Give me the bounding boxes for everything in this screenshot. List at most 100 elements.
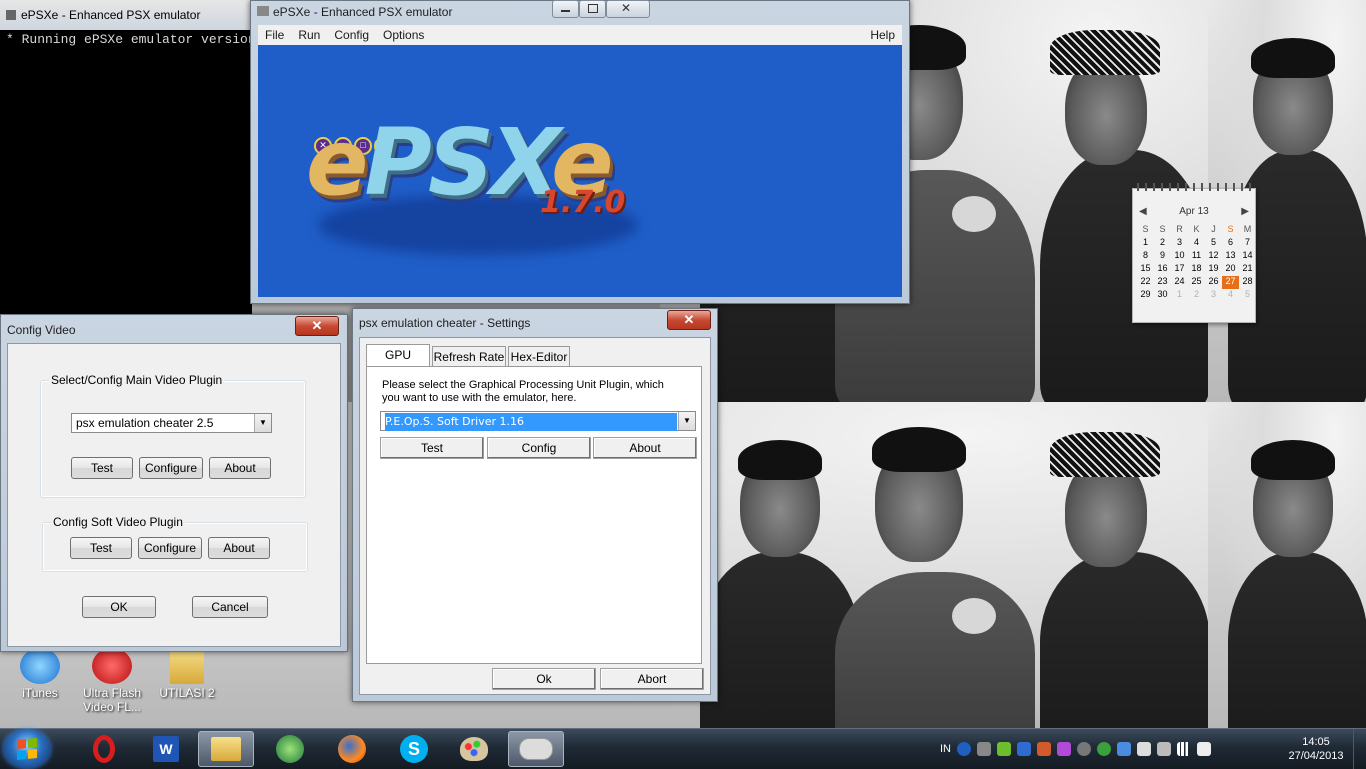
tab-refresh-rate[interactable]: Refresh Rate xyxy=(432,346,506,366)
signal-icon[interactable] xyxy=(1177,742,1191,756)
maximize-button[interactable] xyxy=(579,0,606,18)
calendar-day[interactable]: 24 xyxy=(1171,276,1188,289)
calendar-day[interactable]: 15 xyxy=(1137,263,1154,276)
taskbar-clock[interactable]: 14:05 27/04/2013 xyxy=(1280,735,1352,763)
calendar-day[interactable]: 3 xyxy=(1205,289,1222,302)
calendar-day[interactable]: 9 xyxy=(1154,250,1171,263)
language-indicator[interactable]: IN xyxy=(940,743,951,755)
calendar-day[interactable]: 30 xyxy=(1154,289,1171,302)
calendar-day[interactable]: 11 xyxy=(1188,250,1205,263)
calendar-day[interactable]: 1 xyxy=(1171,289,1188,302)
config-video-ok-button[interactable]: OK xyxy=(82,596,156,618)
calendar-day[interactable]: 17 xyxy=(1171,263,1188,276)
cheater-close-button[interactable]: ✕ xyxy=(667,310,711,330)
itunes-icon xyxy=(20,648,60,684)
calendar-day[interactable]: 13 xyxy=(1222,250,1239,263)
show-desktop-button[interactable] xyxy=(1353,729,1366,769)
soft-test-button[interactable]: Test xyxy=(70,537,132,559)
gpu-test-button[interactable]: Test xyxy=(380,437,484,459)
tab-gpu-plugin[interactable]: GPU Plugin xyxy=(366,344,430,382)
gpu-about-button[interactable]: About xyxy=(593,437,697,459)
calendar-day[interactable]: 20 xyxy=(1222,263,1239,276)
calendar-day[interactable]: 1 xyxy=(1137,237,1154,250)
taskbar-paint[interactable] xyxy=(446,731,502,767)
menu-options[interactable]: Options xyxy=(376,28,431,42)
config-video-close-button[interactable]: ✕ xyxy=(295,316,339,336)
main-about-button[interactable]: About xyxy=(209,457,271,479)
calendar-day[interactable]: 5 xyxy=(1205,237,1222,250)
calendar-day[interactable]: 4 xyxy=(1222,289,1239,302)
calendar-day[interactable]: 18 xyxy=(1188,263,1205,276)
console-title-bar[interactable]: ePSXe - Enhanced PSX emulator xyxy=(0,0,252,30)
security-icon[interactable] xyxy=(997,742,1011,756)
taskbar-epsxe[interactable] xyxy=(508,731,564,767)
calendar-day[interactable]: 16 xyxy=(1154,263,1171,276)
calendar-day[interactable]: 7 xyxy=(1239,237,1256,250)
calendar-day[interactable]: 25 xyxy=(1188,276,1205,289)
chevron-down-icon: ▼ xyxy=(254,414,271,432)
maximize-icon xyxy=(588,4,598,13)
calendar-day[interactable]: 21 xyxy=(1239,263,1256,276)
gpu-plugin-select[interactable]: P.E.Op.S. Soft Driver 1.16 ▼ xyxy=(380,411,696,431)
video-plugin-select[interactable]: psx emulation cheater 2.5 ▼ xyxy=(71,413,272,433)
sync-icon[interactable] xyxy=(1077,742,1091,756)
cheater-tabs: GPU Plugin Refresh Rate Hex-Editor xyxy=(366,344,572,382)
word-icon: W xyxy=(153,736,179,762)
menu-file[interactable]: File xyxy=(258,28,291,42)
calendar-day[interactable]: 26 xyxy=(1205,276,1222,289)
minimize-button[interactable] xyxy=(552,0,579,18)
calendar-day[interactable]: 2 xyxy=(1154,237,1171,250)
network-icon[interactable] xyxy=(1097,742,1111,756)
taskbar-firefox[interactable] xyxy=(324,731,380,767)
taskbar-opera[interactable] xyxy=(76,731,132,767)
calendar-day[interactable]: 27 xyxy=(1222,276,1239,289)
calendar-day[interactable]: 4 xyxy=(1188,237,1205,250)
menu-help[interactable]: Help xyxy=(863,28,902,42)
start-button[interactable] xyxy=(4,730,50,768)
close-button-epsxe[interactable]: ✕ xyxy=(606,0,650,18)
config-video-client: Select/Config Main Video Plugin psx emul… xyxy=(7,343,341,647)
calendar-day[interactable]: 23 xyxy=(1154,276,1171,289)
save-icon[interactable] xyxy=(1017,742,1031,756)
cheater-abort-button[interactable]: Abort xyxy=(600,668,704,690)
calendar-day[interactable]: 8 xyxy=(1137,250,1154,263)
soft-about-button[interactable]: About xyxy=(208,537,270,559)
app-tray-icon[interactable] xyxy=(1057,742,1071,756)
volume-icon[interactable] xyxy=(1157,742,1171,756)
calendar-day[interactable]: 28 xyxy=(1239,276,1256,289)
desktop-icon-itunes[interactable]: iTunes xyxy=(0,648,80,700)
taskbar-word[interactable]: W xyxy=(138,731,194,767)
calendar-grid: S S R K J S M 1 2 3 4 5 6 7 8 9 10 11 12 13 14 15 16 17 18 19 20 21… xyxy=(1137,224,1256,302)
cheater-ok-button[interactable]: Ok xyxy=(492,668,596,690)
desktop-icon-utilasi[interactable]: UTILASI 2 xyxy=(147,648,227,700)
tab-hex-editor[interactable]: Hex-Editor xyxy=(508,346,570,366)
calendar-day[interactable]: 2 xyxy=(1188,289,1205,302)
gpu-config-button[interactable]: Config xyxy=(487,437,591,459)
soft-configure-button[interactable]: Configure xyxy=(138,537,202,559)
calendar-day[interactable]: 10 xyxy=(1171,250,1188,263)
bluetooth-icon[interactable] xyxy=(1117,742,1131,756)
calendar-day[interactable]: 5 xyxy=(1239,289,1256,302)
config-video-cancel-button[interactable]: Cancel xyxy=(192,596,268,618)
desktop-icon-ultra-flash-video[interactable]: Ultra Flash Video FL... xyxy=(72,648,152,714)
device-icon[interactable] xyxy=(1137,742,1151,756)
calendar-day[interactable]: 12 xyxy=(1205,250,1222,263)
main-test-button[interactable]: Test xyxy=(71,457,133,479)
calendar-day[interactable]: 29 xyxy=(1137,289,1154,302)
speaker-tray-icon[interactable] xyxy=(1037,742,1051,756)
calendar-next-icon[interactable]: ▶ xyxy=(1241,206,1249,217)
taskbar-explorer[interactable] xyxy=(198,731,254,767)
flag-icon[interactable] xyxy=(1197,742,1211,756)
taskbar-network[interactable] xyxy=(262,731,318,767)
menu-run[interactable]: Run xyxy=(291,28,327,42)
taskbar-skype[interactable]: S xyxy=(386,731,442,767)
tray-arrow-icon[interactable] xyxy=(977,742,991,756)
menu-config[interactable]: Config xyxy=(327,28,376,42)
calendar-day[interactable]: 6 xyxy=(1222,237,1239,250)
calendar-day[interactable]: 22 xyxy=(1137,276,1154,289)
calendar-day[interactable]: 14 xyxy=(1239,250,1256,263)
calendar-day[interactable]: 19 xyxy=(1205,263,1222,276)
main-configure-button[interactable]: Configure xyxy=(139,457,203,479)
help-icon[interactable] xyxy=(957,742,971,756)
calendar-day[interactable]: 3 xyxy=(1171,237,1188,250)
